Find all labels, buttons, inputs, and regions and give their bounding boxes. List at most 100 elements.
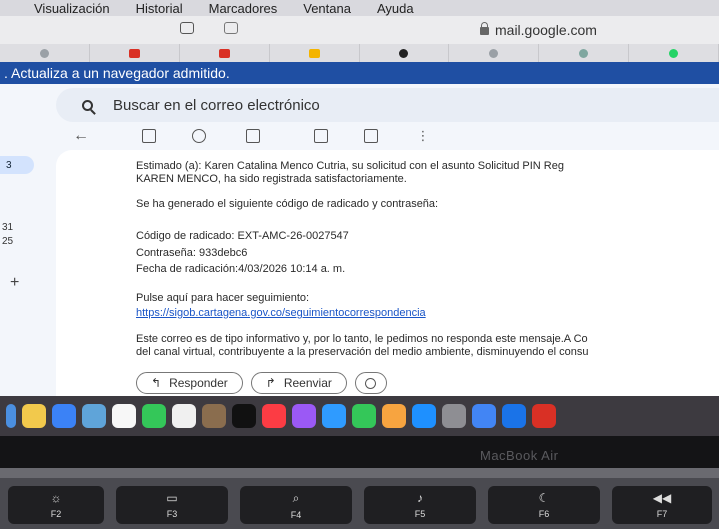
emoji-reaction-button[interactable]	[354, 372, 387, 394]
more-options-icon[interactable]: ⋮	[416, 128, 430, 143]
app-store-icon[interactable]	[412, 404, 436, 428]
tab-overview-icon[interactable]	[224, 22, 238, 34]
chrome-icon	[489, 48, 499, 58]
keynote-icon[interactable]	[322, 404, 346, 428]
forward-button[interactable]: ↱ Reenviar	[250, 372, 347, 394]
mission-control-icon: ▭	[166, 491, 178, 505]
archive-icon[interactable]	[142, 129, 156, 143]
back-arrow-icon[interactable]: ←	[73, 127, 89, 144]
address-bar[interactable]: mail.google.com	[420, 19, 719, 41]
gmail-app: 3 31 25 + Buscar en el correo electrónic…	[0, 84, 719, 396]
info-line: del canal virtual, contribuyente a la pr…	[136, 346, 589, 358]
moon-icon: ☾	[538, 491, 550, 505]
tracking-prompt: Pulse aquí para hacer seguimiento:	[136, 292, 310, 304]
pinterest-icon	[399, 48, 409, 58]
label-count-b: 25	[2, 236, 14, 247]
inbox-count: 3	[6, 159, 12, 171]
key-f6[interactable]: ☾ F6	[488, 486, 600, 524]
message-line: Se ha generado el siguiente código de ra…	[136, 198, 439, 210]
message-body: Estimado (a): Karen Catalina Menco Cutri…	[56, 150, 719, 396]
reply-icon: ↰	[151, 376, 162, 390]
left-rail: 3 31 25 +	[0, 84, 40, 396]
system-settings-icon[interactable]	[442, 404, 466, 428]
tab-chrome-2[interactable]	[449, 44, 540, 62]
key-label: F4	[290, 509, 302, 520]
finder-icon[interactable]	[6, 404, 16, 428]
menu-marcadores[interactable]: Marcadores	[209, 1, 278, 16]
info-line: Este correo es de tipo informativo y, po…	[136, 333, 588, 345]
app-icon[interactable]	[532, 404, 556, 428]
numbers-icon[interactable]	[352, 404, 376, 428]
tab-chrome[interactable]	[0, 44, 90, 62]
forward-icon: ↱	[265, 376, 276, 390]
menu-historial[interactable]: Historial	[136, 1, 183, 16]
mark-unread-icon[interactable]	[314, 129, 328, 143]
tab-drive[interactable]	[270, 44, 360, 62]
drive-icon	[308, 48, 320, 58]
label-count-a: 31	[2, 222, 14, 233]
tracking-link[interactable]: https://sigob.cartagena.gov.co/seguimien…	[136, 307, 426, 319]
function-key-row: ☼ F2 ▭ F3 ⌕ F4 ♪ F5 ☾ F6 ◀◀ F7	[0, 478, 719, 529]
key-label: F5	[414, 509, 426, 519]
key-f2[interactable]: ☼ F2	[8, 486, 104, 524]
search-icon: ⌕	[292, 490, 300, 505]
brightness-icon: ☼	[50, 491, 62, 505]
key-label: F7	[656, 509, 668, 519]
reply-button[interactable]: ↰ Responder	[136, 372, 243, 394]
zoom-icon[interactable]	[472, 404, 496, 428]
maps-icon[interactable]	[82, 404, 106, 428]
browser-toolbar: mail.google.com	[0, 16, 719, 44]
podcasts-icon[interactable]	[292, 404, 316, 428]
key-f7[interactable]: ◀◀ F7	[612, 486, 712, 524]
laptop-brand: MacBook Air	[480, 448, 559, 463]
apple-tv-icon[interactable]	[232, 404, 256, 428]
macos-menubar: Visualización Historial Marcadores Venta…	[0, 0, 719, 16]
sidebar-toggle-icon[interactable]	[180, 22, 194, 34]
tab-gmail[interactable]	[90, 44, 180, 62]
app-icon[interactable]	[502, 404, 526, 428]
mail-icon[interactable]	[52, 404, 76, 428]
gmail-icon	[218, 48, 230, 58]
search-input[interactable]: Buscar en el correo electrónico	[113, 97, 320, 114]
reply-label: Responder	[169, 376, 228, 390]
move-to-icon[interactable]	[364, 129, 378, 143]
reply-actions: ↰ Responder ↱ Reenviar	[136, 372, 387, 394]
key-f3[interactable]: ▭ F3	[116, 486, 228, 524]
add-label-icon[interactable]: +	[10, 274, 19, 292]
menu-visualizacion[interactable]: Visualización	[34, 1, 110, 16]
search-bar[interactable]: Buscar en el correo electrónico	[56, 88, 719, 122]
laptop-hinge	[0, 468, 719, 478]
whatsapp-icon	[669, 48, 679, 58]
password-line: Contraseña: 933debc6	[136, 247, 248, 259]
key-label: F6	[538, 509, 550, 519]
delete-icon[interactable]	[246, 129, 260, 143]
pages-icon[interactable]	[382, 404, 406, 428]
key-label: F3	[166, 509, 178, 519]
screen-bezel	[0, 436, 719, 468]
key-f5[interactable]: ♪ F5	[364, 486, 476, 524]
report-spam-icon[interactable]	[192, 129, 206, 143]
inbox-count-badge[interactable]: 3	[0, 156, 34, 174]
tab-strip	[0, 44, 719, 62]
banner-text: . Actualiza a un navegador admitido.	[4, 65, 230, 81]
search-icon[interactable]	[82, 99, 93, 111]
reminders-icon[interactable]	[172, 404, 196, 428]
facetime-icon[interactable]	[142, 404, 166, 428]
emoji-icon	[365, 377, 377, 389]
address-text: mail.google.com	[495, 22, 597, 38]
menu-ventana[interactable]: Ventana	[303, 1, 351, 16]
app-icon[interactable]	[202, 404, 226, 428]
menu-ayuda[interactable]: Ayuda	[377, 1, 414, 16]
tab-whatsapp[interactable]	[629, 44, 719, 62]
key-label: F2	[50, 509, 62, 519]
notes-icon[interactable]	[22, 404, 46, 428]
music-icon[interactable]	[262, 404, 286, 428]
date-line: Fecha de radicación:4/03/2026 10:14 a. m…	[136, 263, 346, 275]
message-line: Estimado (a): Karen Catalina Menco Cutri…	[136, 160, 564, 172]
tab-pinterest[interactable]	[360, 44, 450, 62]
tab-copilot[interactable]	[539, 44, 630, 62]
key-f4[interactable]: ⌕ F4	[240, 486, 352, 524]
calendar-icon[interactable]	[112, 404, 136, 428]
tab-gmail-2[interactable]	[180, 44, 270, 62]
chrome-icon	[39, 48, 49, 58]
